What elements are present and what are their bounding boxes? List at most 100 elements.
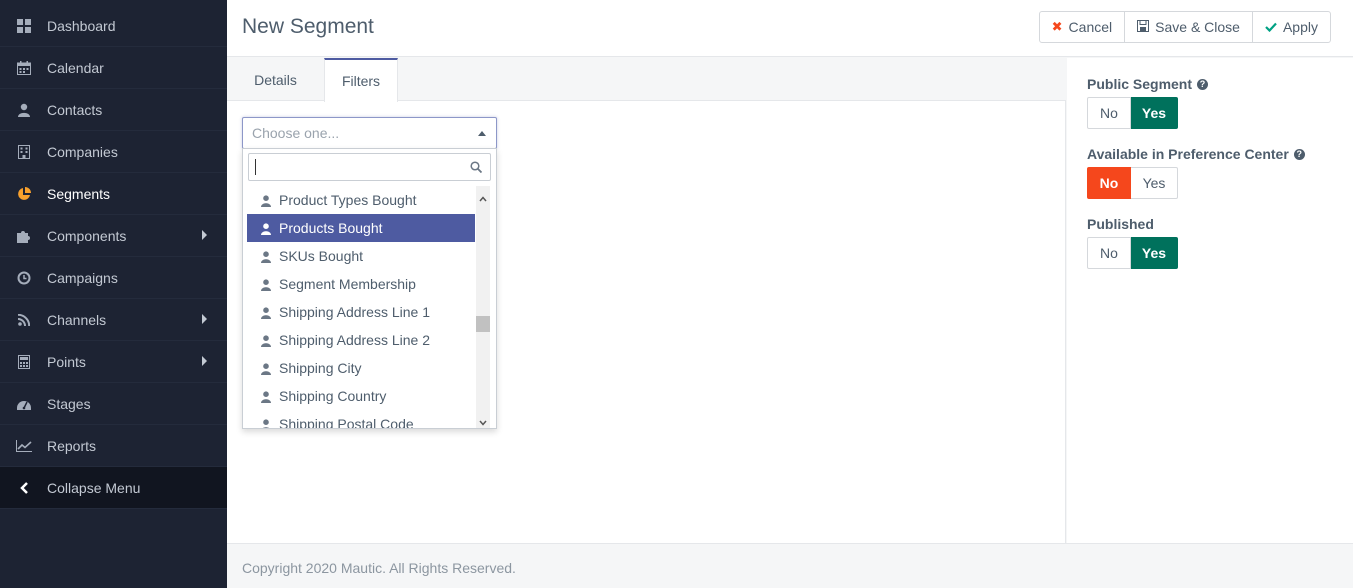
nav-reports[interactable]: Reports [0, 425, 227, 467]
tachometer-icon [16, 396, 32, 412]
main-panel: Details Filters Choose one... Product Ty… [227, 58, 1066, 543]
list-item[interactable]: Shipping Address Line 1 [247, 298, 475, 326]
user-icon [261, 250, 272, 263]
scroll-up-icon[interactable] [479, 190, 487, 202]
submenu-caret-icon [202, 314, 207, 324]
user-icon [261, 222, 272, 235]
nav-segments[interactable]: Segments [0, 173, 227, 215]
preference-center-label-text: Available in Preference Center [1087, 146, 1289, 162]
nav-label: Campaigns [47, 269, 118, 286]
list-item[interactable]: Products Bought [247, 214, 475, 242]
option-label: Shipping Address Line 1 [279, 304, 430, 320]
list-item[interactable]: Shipping Country [247, 382, 475, 410]
submenu-caret-icon [202, 356, 207, 366]
preference-center-label: Available in Preference Center ? [1087, 146, 1305, 162]
scrollbar-thumb[interactable] [476, 316, 490, 332]
filter-dropdown: Product Types Bought Products Bought SKU… [242, 148, 497, 429]
save-icon [1137, 19, 1150, 35]
grid-icon [16, 18, 32, 34]
nav-label: Contacts [47, 101, 103, 118]
caret-up-icon [478, 131, 486, 136]
tab-filters[interactable]: Filters [324, 58, 398, 102]
nav-label: Segments [47, 185, 111, 202]
published-label-text: Published [1087, 216, 1154, 232]
scroll-down-icon[interactable] [479, 414, 487, 426]
line-chart-icon [16, 438, 32, 454]
help-icon[interactable]: ? [1197, 78, 1209, 90]
user-icon [261, 362, 272, 375]
nav-campaigns[interactable]: Campaigns [0, 257, 227, 299]
page-title: New Segment [242, 15, 374, 38]
check-icon [1265, 20, 1277, 35]
tabs-bar: Details Filters [227, 58, 1066, 102]
public-segment-yes[interactable]: Yes [1131, 97, 1178, 129]
public-segment-toggle: No Yes [1087, 97, 1178, 129]
close-icon: ✖ [1051, 19, 1063, 34]
rss-icon [16, 312, 32, 328]
list-item[interactable]: Shipping Address Line 2 [247, 326, 475, 354]
user-icon [261, 306, 272, 319]
cancel-label: Cancel [1068, 19, 1113, 35]
public-segment-label-text: Public Segment [1087, 76, 1193, 92]
user-icon [261, 194, 272, 207]
collapse-menu-button[interactable]: Collapse Menu [0, 467, 227, 509]
building-icon [16, 144, 32, 160]
search-icon [470, 160, 483, 174]
list-item[interactable]: SKUs Bought [247, 242, 475, 270]
public-segment-label: Public Segment ? [1087, 76, 1209, 92]
nav-label: Calendar [47, 59, 104, 76]
nav-components[interactable]: Components [0, 215, 227, 257]
option-label: SKUs Bought [279, 248, 364, 264]
user-icon [261, 418, 272, 428]
nav-label: Collapse Menu [47, 479, 141, 496]
tab-details[interactable]: Details [227, 58, 324, 101]
dropdown-scrollbar[interactable] [476, 186, 490, 428]
page-footer: Copyright 2020 Mautic. All Rights Reserv… [227, 543, 1353, 588]
settings-panel: Public Segment ? No Yes Available in Pre… [1067, 58, 1353, 543]
nav-label: Points [47, 353, 86, 370]
published-label: Published [1087, 216, 1154, 232]
nav-points[interactable]: Points [0, 341, 227, 383]
nav-contacts[interactable]: Contacts [0, 89, 227, 131]
filter-select[interactable]: Choose one... [242, 117, 497, 149]
filter-search-input[interactable] [248, 153, 491, 181]
help-icon[interactable]: ? [1293, 148, 1305, 160]
list-item[interactable]: Segment Membership [247, 270, 475, 298]
list-item[interactable]: Shipping City [247, 354, 475, 382]
sidebar: Dashboard Calendar Contacts Companies Se… [0, 0, 227, 588]
nav-stages[interactable]: Stages [0, 383, 227, 425]
option-label: Products Bought [279, 220, 383, 236]
preference-center-yes[interactable]: Yes [1131, 167, 1178, 199]
calendar-icon [16, 60, 32, 76]
calculator-icon [16, 354, 32, 370]
submenu-caret-icon [202, 230, 207, 240]
public-segment-no[interactable]: No [1087, 97, 1131, 129]
copyright-text: Copyright 2020 Mautic. All Rights Reserv… [242, 560, 516, 576]
user-icon [261, 334, 272, 347]
list-item[interactable]: Product Types Bought [247, 186, 475, 214]
user-icon [261, 278, 272, 291]
preference-center-no[interactable]: No [1087, 167, 1131, 199]
option-label: Shipping Country [279, 388, 387, 404]
published-no[interactable]: No [1087, 237, 1131, 269]
cancel-button[interactable]: ✖ Cancel [1040, 12, 1126, 42]
filter-select-placeholder: Choose one... [252, 125, 340, 141]
option-label: Segment Membership [279, 276, 416, 292]
chevron-left-icon [16, 480, 32, 496]
puzzle-icon [16, 228, 32, 244]
nav-label: Reports [47, 437, 97, 454]
save-close-button[interactable]: Save & Close [1125, 12, 1253, 42]
nav-label: Components [47, 227, 127, 244]
nav-companies[interactable]: Companies [0, 131, 227, 173]
nav-dashboard[interactable]: Dashboard [0, 5, 227, 47]
published-yes[interactable]: Yes [1131, 237, 1178, 269]
nav-label: Companies [47, 143, 118, 160]
nav-label: Stages [47, 395, 91, 412]
toolbar: ✖ Cancel Save & Close Apply [1038, 11, 1331, 43]
nav-calendar[interactable]: Calendar [0, 47, 227, 89]
nav-channels[interactable]: Channels [0, 299, 227, 341]
option-label: Shipping Postal Code [279, 416, 414, 429]
list-item[interactable]: Shipping Postal Code [247, 410, 475, 429]
apply-button[interactable]: Apply [1253, 12, 1330, 42]
option-label: Product Types Bought [279, 192, 417, 208]
